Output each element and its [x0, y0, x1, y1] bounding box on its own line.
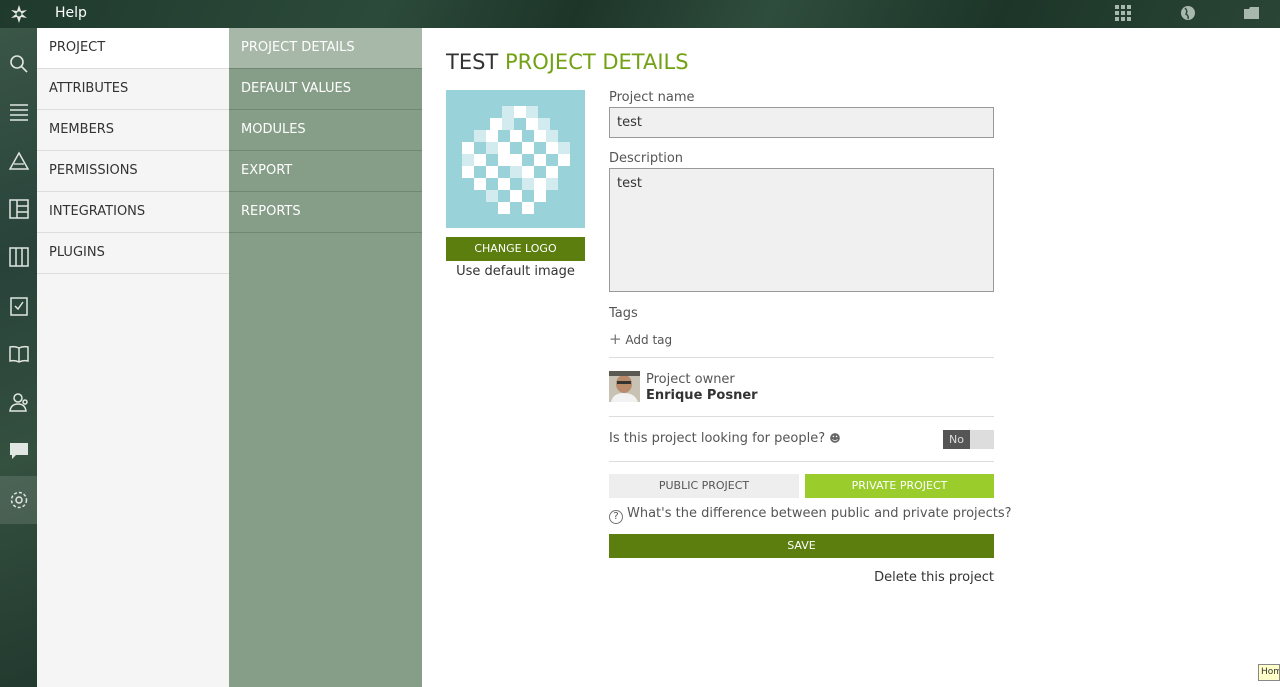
top-bar: Help: [0, 0, 1280, 28]
private-project-button[interactable]: PRIVATE PROJECT: [805, 474, 994, 498]
description-label: Description: [609, 151, 684, 166]
looking-for-people-label: Is this project looking for people?: [609, 431, 826, 446]
change-logo-button[interactable]: CHANGE LOGO: [446, 237, 585, 261]
use-default-image-link[interactable]: Use default image: [446, 264, 585, 279]
apps-grid-icon[interactable]: [1115, 5, 1133, 23]
menu-item-project[interactable]: PROJECT: [37, 28, 229, 69]
tasks-icon[interactable]: [0, 282, 37, 330]
submenu-item-project-details[interactable]: PROJECT DETAILS: [229, 28, 422, 69]
submenu-item-modules[interactable]: MODULES: [229, 110, 422, 151]
project-name-label: Project name: [609, 90, 695, 105]
icon-rail: [0, 28, 37, 687]
chat-icon[interactable]: [0, 427, 37, 475]
looking-for-people: Is this project looking for people? ☻: [609, 431, 841, 446]
menu-item-attributes[interactable]: ATTRIBUTES: [37, 69, 229, 110]
add-tag-label: Add tag: [625, 333, 673, 347]
submenu-item-default-values[interactable]: DEFAULT VALUES: [229, 69, 422, 110]
privacy-help-label: What's the difference between public and…: [627, 506, 1012, 521]
people-icon: ☻: [829, 432, 841, 445]
toggle-value: No: [943, 430, 970, 449]
backlog-icon[interactable]: [0, 88, 37, 136]
divider: [609, 357, 994, 358]
settings-icon[interactable]: [0, 476, 37, 524]
folder-icon[interactable]: [1243, 5, 1261, 23]
owner-label: Project owner: [646, 372, 735, 387]
add-tag-button[interactable]: + Add tag: [609, 330, 672, 348]
question-icon: ?: [609, 510, 623, 524]
taskboard-icon[interactable]: [0, 233, 37, 281]
divider: [609, 416, 994, 417]
looking-for-people-toggle[interactable]: No: [943, 430, 994, 449]
main-content: TEST PROJECT DETAILS CHANGE LOGO Use def…: [422, 28, 1280, 687]
project-logo: [446, 90, 585, 228]
menu-item-members[interactable]: MEMBERS: [37, 110, 229, 151]
menu-item-integrations[interactable]: INTEGRATIONS: [37, 192, 229, 233]
owner-name[interactable]: Enrique Posner: [646, 388, 758, 403]
title-section: PROJECT DETAILS: [504, 50, 689, 74]
team-icon[interactable]: [0, 378, 37, 426]
title-project-name: TEST: [446, 50, 499, 74]
project-name-input[interactable]: test: [609, 107, 994, 138]
submenu-item-export[interactable]: EXPORT: [229, 151, 422, 192]
menu-item-permissions[interactable]: PERMISSIONS: [37, 151, 229, 192]
help-link[interactable]: Help: [55, 5, 87, 21]
privacy-help[interactable]: ? What's the difference between public an…: [609, 506, 1012, 524]
tags-label: Tags: [609, 306, 638, 321]
divider: [609, 461, 994, 462]
submenu-item-reports[interactable]: REPORTS: [229, 192, 422, 233]
description-textarea[interactable]: test: [609, 168, 994, 292]
globe-icon[interactable]: [1180, 5, 1198, 23]
epics-icon[interactable]: [0, 137, 37, 185]
owner-avatar: [609, 371, 640, 402]
admin-section-menu: PROJECT ATTRIBUTES MEMBERS PERMISSIONS I…: [37, 28, 229, 687]
project-submenu: PROJECT DETAILS DEFAULT VALUES MODULES E…: [229, 28, 422, 687]
delete-project-link[interactable]: Delete this project: [874, 570, 994, 585]
wiki-icon[interactable]: [0, 330, 37, 378]
save-button[interactable]: SAVE: [609, 534, 994, 558]
public-project-button[interactable]: PUBLIC PROJECT: [609, 474, 799, 498]
plus-icon: +: [609, 330, 622, 348]
search-icon[interactable]: [0, 40, 37, 88]
kanban-icon[interactable]: [0, 185, 37, 233]
tooltip: Hom: [1258, 664, 1280, 681]
page-title: TEST PROJECT DETAILS: [446, 50, 689, 74]
menu-item-plugins[interactable]: PLUGINS: [37, 233, 229, 274]
taiga-logo-icon[interactable]: [0, 0, 37, 28]
